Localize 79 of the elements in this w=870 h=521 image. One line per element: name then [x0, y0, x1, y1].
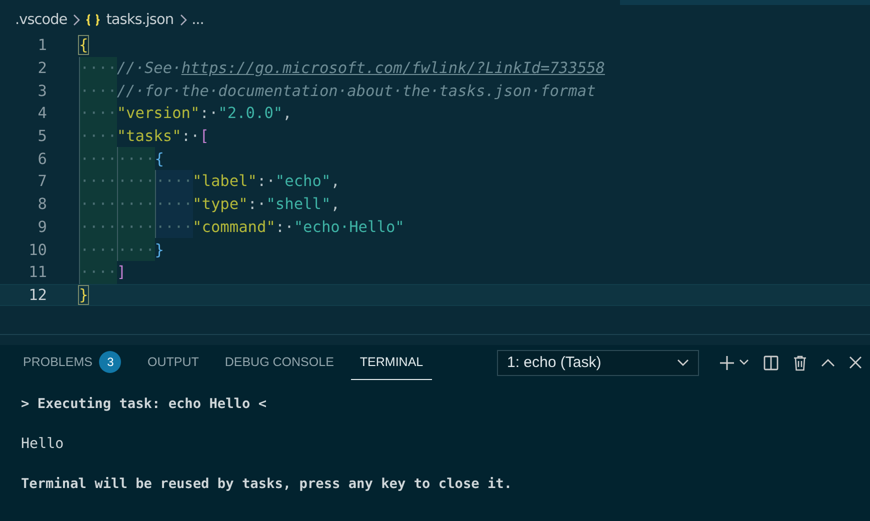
whitespace-dots: ····	[116, 216, 155, 238]
panel-tab[interactable]: DEBUG CONSOLE	[216, 345, 343, 380]
count-badge: 3	[99, 351, 122, 373]
whitespace-dots: ····	[79, 79, 117, 102]
whitespace-dots: ····	[79, 170, 117, 193]
breadcrumb-item[interactable]: .vscode	[15, 12, 68, 28]
terminal-line: Hello	[21, 435, 65, 454]
breadcrumb-item[interactable]: ...	[192, 12, 204, 28]
chevron-down-icon	[677, 358, 689, 366]
plus-icon[interactable]	[719, 354, 735, 370]
json-key: "command"	[192, 218, 276, 236]
code-bracket: }	[154, 240, 164, 259]
json-key: "version"	[116, 104, 200, 122]
panel-tab[interactable]: PROBLEMS 3	[14, 345, 130, 380]
breadcrumb-item[interactable]: tasks.json	[106, 12, 174, 28]
line-number: 5	[36, 127, 47, 146]
code-punctuation: :·	[257, 172, 276, 190]
code-bracket: {	[79, 36, 88, 54]
code-bracket: [	[200, 127, 209, 146]
code-bracket: ]	[116, 263, 126, 282]
trash-icon[interactable]	[793, 354, 807, 370]
panel-tab[interactable]: TERMINAL	[350, 345, 432, 380]
line-number: 11	[28, 263, 47, 282]
whitespace-dots: ····	[79, 216, 117, 238]
chevron-up-icon[interactable]	[821, 358, 835, 367]
code-comment: //·See·	[116, 59, 182, 78]
whitespace-dots: ····	[116, 192, 155, 216]
line-number: 3	[36, 82, 47, 100]
whitespace-dots: ····	[116, 170, 155, 193]
code-punctuation: :·	[200, 104, 218, 122]
whitespace-dots: ····	[154, 216, 193, 238]
whitespace-dots: ····	[79, 124, 117, 148]
code-punctuation: :·	[275, 218, 294, 236]
panel-tab[interactable]: OUTPUT	[138, 345, 208, 380]
code-bracket: {	[154, 150, 164, 168]
code-comment: //·for·the·documentation·about·the·tasks.json·format	[116, 82, 596, 100]
split-icon[interactable]	[763, 354, 779, 370]
code-punctuation: ,	[330, 172, 340, 190]
terminal-line: Terminal will be reused by tasks, press any key to close it.	[21, 475, 514, 494]
line-number: 8	[36, 195, 47, 214]
line-number: 7	[36, 172, 47, 190]
line-number: 1	[36, 36, 47, 54]
json-key: "label"	[192, 172, 257, 190]
json-braces-icon	[85, 14, 102, 26]
line-number: 6	[36, 150, 47, 168]
terminal-line: > Executing task: echo Hello <	[21, 395, 268, 414]
dropdown-value: 1: echo (Task)	[507, 354, 602, 371]
chevron-right-icon	[72, 14, 80, 26]
json-string: "echo"	[275, 172, 331, 190]
line-number: 4	[36, 104, 47, 122]
line-number: 2	[36, 59, 47, 78]
line-number: 10	[28, 240, 47, 259]
code-punctuation: :·	[248, 195, 266, 214]
close-icon[interactable]	[849, 356, 862, 369]
whitespace-dots: ····	[116, 238, 155, 261]
code-bracket: }	[79, 286, 88, 304]
whitespace-dots: ····	[79, 192, 117, 216]
terminal-dropdown[interactable]: 1: echo (Task)	[497, 350, 699, 376]
whitespace-dots: ····	[79, 260, 117, 284]
json-string: "shell"	[266, 195, 331, 214]
whitespace-dots: ····	[116, 147, 155, 170]
whitespace-dots: ····	[154, 192, 193, 216]
chevron-down-icon[interactable]	[739, 359, 749, 366]
code-punctuation: ,	[282, 104, 292, 122]
whitespace-dots: ····	[79, 238, 117, 261]
json-key: "type"	[192, 195, 248, 214]
line-number: 12	[28, 286, 47, 304]
json-key: "tasks"	[116, 127, 182, 146]
json-string: "2.0.0"	[218, 104, 283, 122]
json-string: "echo·Hello"	[294, 218, 404, 236]
whitespace-dots: ····	[79, 102, 117, 125]
whitespace-dots: ····	[79, 56, 117, 80]
code-punctuation: ,	[330, 195, 340, 214]
line-number: 9	[36, 218, 47, 236]
chevron-right-icon	[178, 14, 187, 26]
whitespace-dots: ····	[154, 170, 193, 193]
code-link[interactable]: https://go.microsoft.com/fwlink/?LinkId=733558	[181, 59, 605, 78]
whitespace-dots: ····	[79, 147, 117, 170]
code-punctuation: :·	[181, 127, 200, 146]
